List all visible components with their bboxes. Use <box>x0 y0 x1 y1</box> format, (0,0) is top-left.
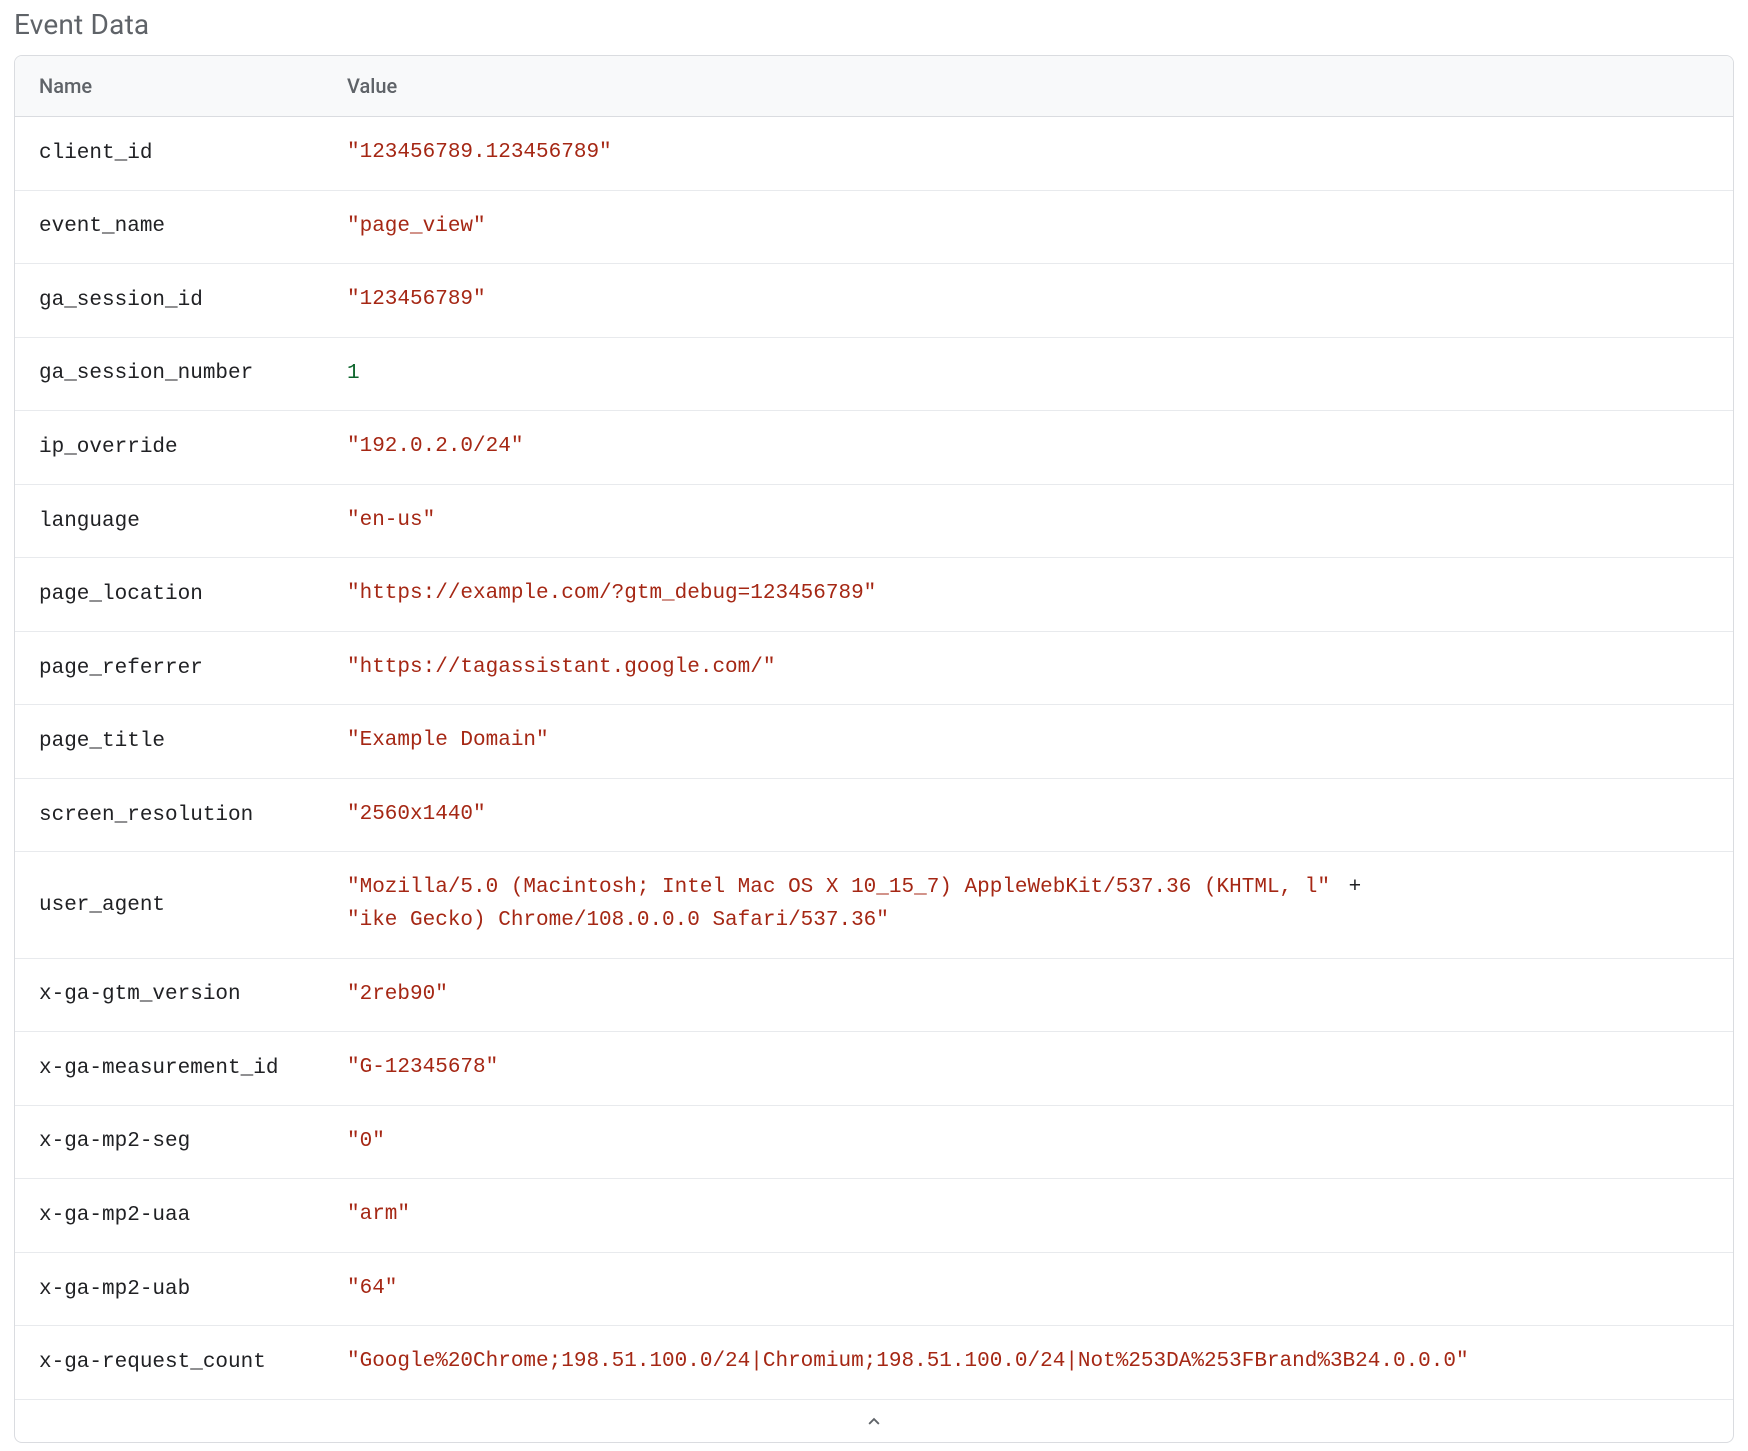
cell-name: x-ga-measurement_id <box>39 1057 347 1080</box>
cell-name: x-ga-request_count <box>39 1351 347 1374</box>
cell-name: x-ga-mp2-seg <box>39 1130 347 1153</box>
cell-value: "2reb90" <box>347 979 448 1012</box>
table-row: page_referrer"https://tagassistant.googl… <box>15 632 1733 706</box>
table-row: screen_resolution"2560x1440" <box>15 779 1733 853</box>
cell-value: "Example Domain" <box>347 725 549 758</box>
table-row: page_location"https://example.com/?gtm_d… <box>15 558 1733 632</box>
collapse-button[interactable] <box>15 1399 1733 1442</box>
table-row: x-ga-measurement_id"G-12345678" <box>15 1032 1733 1106</box>
table-row: language"en-us" <box>15 485 1733 559</box>
cell-name: page_location <box>39 583 347 606</box>
cell-value: "G-12345678" <box>347 1052 498 1085</box>
cell-value: "Google%20Chrome;198.51.100.0/24|Chromiu… <box>347 1346 1469 1379</box>
table-row: x-ga-gtm_version"2reb90" <box>15 959 1733 1033</box>
table-row: x-ga-mp2-uab"64" <box>15 1253 1733 1327</box>
chevron-up-icon <box>863 1410 885 1432</box>
cell-name: x-ga-mp2-uab <box>39 1278 347 1301</box>
cell-value: "0" <box>347 1126 385 1159</box>
cell-name: x-ga-mp2-uaa <box>39 1204 347 1227</box>
table-row: ip_override"192.0.2.0/24" <box>15 411 1733 485</box>
cell-value: "2560x1440" <box>347 799 486 832</box>
table-row: client_id"123456789.123456789" <box>15 117 1733 191</box>
cell-name: page_referrer <box>39 657 347 680</box>
cell-value: "64" <box>347 1273 397 1306</box>
table-header: Name Value <box>15 56 1733 117</box>
cell-name: event_name <box>39 215 347 238</box>
table-row: ga_session_number1 <box>15 338 1733 412</box>
cell-name: ip_override <box>39 436 347 459</box>
column-header-value: Value <box>347 74 397 98</box>
table-row: x-ga-mp2-seg"0" <box>15 1106 1733 1180</box>
table-body: client_id"123456789.123456789"event_name… <box>15 117 1733 1399</box>
cell-name: client_id <box>39 142 347 165</box>
cell-value: "arm" <box>347 1199 410 1232</box>
cell-value: "123456789.123456789" <box>347 137 612 170</box>
cell-value: "Mozilla/5.0 (Macintosh; Intel Mac OS X … <box>347 872 1367 937</box>
cell-value: "192.0.2.0/24" <box>347 431 523 464</box>
cell-value: "page_view" <box>347 211 486 244</box>
cell-value: "en-us" <box>347 505 435 538</box>
cell-name: screen_resolution <box>39 804 347 827</box>
table-row: x-ga-mp2-uaa"arm" <box>15 1179 1733 1253</box>
cell-name: user_agent <box>39 894 347 917</box>
cell-name: ga_session_id <box>39 289 347 312</box>
table-row: event_name"page_view" <box>15 191 1733 265</box>
table-row: ga_session_id"123456789" <box>15 264 1733 338</box>
cell-name: ga_session_number <box>39 362 347 385</box>
column-header-name: Name <box>39 74 347 98</box>
cell-value: 1 <box>347 358 360 391</box>
table-row: x-ga-request_count"Google%20Chrome;198.5… <box>15 1326 1733 1399</box>
cell-name: language <box>39 510 347 533</box>
cell-value: "https://tagassistant.google.com/" <box>347 652 775 685</box>
section-title: Event Data <box>14 8 1734 41</box>
event-data-table: Name Value client_id"123456789.123456789… <box>14 55 1734 1443</box>
cell-value: "https://example.com/?gtm_debug=12345678… <box>347 578 876 611</box>
table-row: user_agent"Mozilla/5.0 (Macintosh; Intel… <box>15 852 1733 958</box>
cell-name: x-ga-gtm_version <box>39 983 347 1006</box>
cell-name: page_title <box>39 730 347 753</box>
cell-value: "123456789" <box>347 284 486 317</box>
table-row: page_title"Example Domain" <box>15 705 1733 779</box>
